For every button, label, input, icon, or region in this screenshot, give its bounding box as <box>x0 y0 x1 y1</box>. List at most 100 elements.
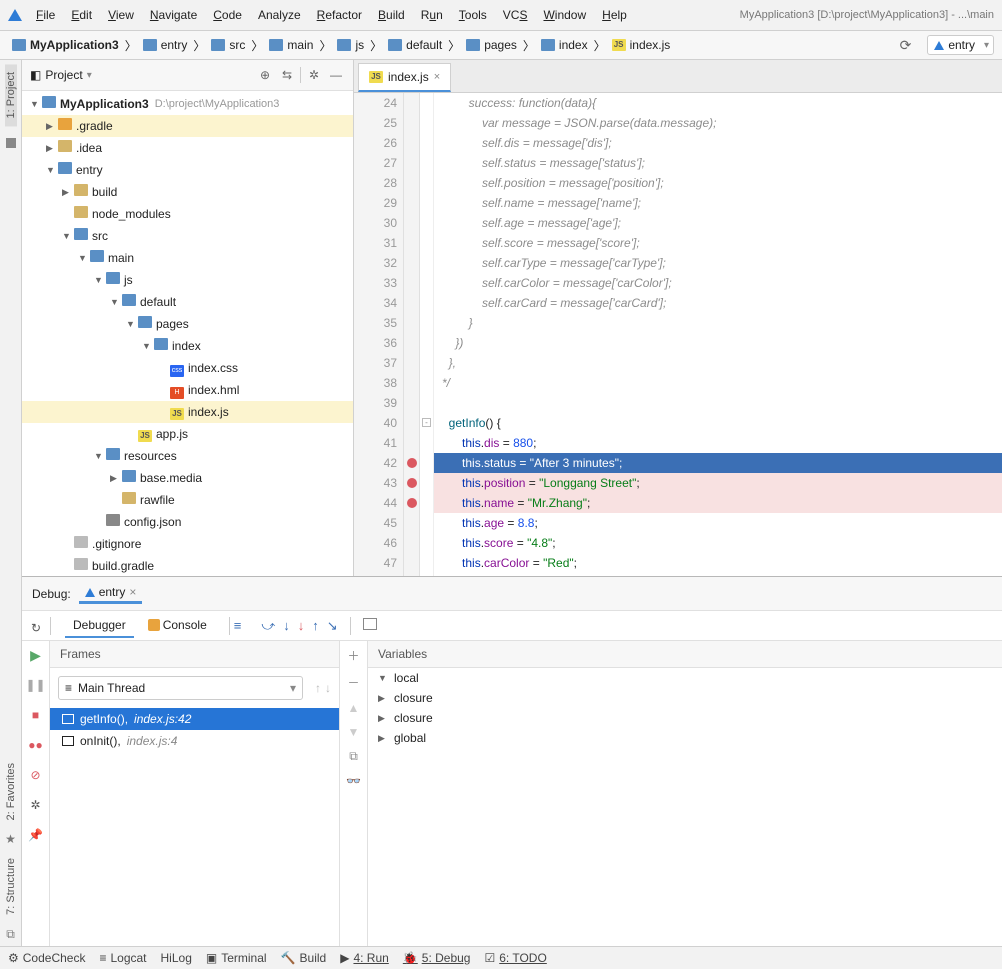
breadcrumb-item[interactable]: js <box>333 36 368 54</box>
code-line[interactable]: }, <box>434 353 1002 373</box>
fold-icon[interactable]: - <box>422 418 431 427</box>
breadcrumb-item[interactable]: MyApplication3 <box>8 36 123 54</box>
tree-row[interactable]: base.media <box>22 467 353 489</box>
side-tab-favorites[interactable]: 2: Favorites <box>5 755 17 828</box>
breadcrumb-item[interactable]: default <box>384 36 446 54</box>
line-number[interactable]: 29 <box>354 193 397 213</box>
code-line[interactable]: this.name = "Mr.Zhang"; <box>434 493 1002 513</box>
line-number[interactable]: 47 <box>354 553 397 573</box>
tree-arrow-icon[interactable] <box>126 315 138 333</box>
breakpoint-slot[interactable] <box>404 113 419 133</box>
tree-row[interactable]: .idea <box>22 137 353 159</box>
line-number[interactable]: 24 <box>354 93 397 113</box>
breakpoint-slot[interactable] <box>404 193 419 213</box>
breakpoint-slot[interactable] <box>404 553 419 573</box>
tree-row[interactable]: entry <box>22 159 353 181</box>
breakpoint-icon[interactable] <box>407 478 417 488</box>
code-line[interactable]: this.position = "Longgang Street"; <box>434 473 1002 493</box>
line-number[interactable]: 37 <box>354 353 397 373</box>
breakpoint-slot[interactable] <box>404 153 419 173</box>
menu-build[interactable]: Build <box>370 4 413 26</box>
variable-arrow-icon[interactable] <box>378 693 388 704</box>
status-hilog[interactable]: HiLog <box>161 951 192 965</box>
tree-row[interactable]: rawfile <box>22 489 353 511</box>
code-line[interactable]: self.score = message['score']; <box>434 233 1002 253</box>
mute-breakpoints-icon[interactable]: ⊘ <box>26 765 46 785</box>
code-line[interactable]: self.name = message['name']; <box>434 193 1002 213</box>
code-line[interactable]: this.score = "4.8"; <box>434 533 1002 553</box>
breakpoint-slot[interactable] <box>404 433 419 453</box>
step-out-icon[interactable]: ↑ <box>312 618 319 633</box>
sync-icon[interactable]: ⟳ <box>900 37 912 54</box>
editor-tab-index-js[interactable]: JS index.js × <box>358 63 451 92</box>
menu-view[interactable]: View <box>100 4 142 26</box>
frame-row[interactable]: getInfo(), index.js:42 <box>50 708 339 730</box>
line-number[interactable]: 46 <box>354 533 397 553</box>
line-number[interactable]: 36 <box>354 333 397 353</box>
status-build[interactable]: 🔨 Build <box>281 951 327 965</box>
line-number[interactable]: 39 <box>354 393 397 413</box>
project-view-dropdown-icon[interactable]: ▾ <box>87 70 92 81</box>
menu-file[interactable]: File <box>28 4 63 26</box>
tree-row[interactable]: config.json <box>22 511 353 533</box>
tree-arrow-icon[interactable] <box>78 249 90 267</box>
line-number[interactable]: 45 <box>354 513 397 533</box>
tree-row[interactable]: build.gradle <box>22 555 353 576</box>
tree-row[interactable]: index <box>22 335 353 357</box>
status-terminal[interactable]: ▣ Terminal <box>206 951 267 965</box>
code-line[interactable]: this.dis = 880; <box>434 433 1002 453</box>
status-logcat[interactable]: ≡ Logcat <box>99 951 146 965</box>
code-line[interactable]: }) <box>434 333 1002 353</box>
breadcrumb-item[interactable]: entry <box>139 36 192 54</box>
code-line[interactable]: } <box>434 313 1002 333</box>
breakpoint-slot[interactable] <box>404 513 419 533</box>
breakpoint-slot[interactable] <box>404 93 419 113</box>
breakpoint-slot[interactable] <box>404 533 419 553</box>
breakpoint-icon[interactable] <box>407 458 417 468</box>
menu-refactor[interactable]: Refactor <box>309 4 370 26</box>
editor-body[interactable]: 2425262728293031323334353637383940414243… <box>354 93 1002 576</box>
line-number[interactable]: 27 <box>354 153 397 173</box>
breadcrumb-item[interactable]: index <box>537 36 592 54</box>
line-number[interactable]: 40 <box>354 413 397 433</box>
breakpoint-slot[interactable] <box>404 453 419 473</box>
move-down-icon[interactable]: ▼ <box>348 725 360 739</box>
breadcrumb[interactable]: MyApplication3〉entry〉src〉main〉js〉default… <box>8 36 674 54</box>
menu-analyze[interactable]: Analyze <box>250 4 309 26</box>
remove-watch-icon[interactable]: － <box>347 674 359 691</box>
status-debug[interactable]: 🐞 5: Debug <box>403 951 471 965</box>
breakpoint-slot[interactable] <box>404 133 419 153</box>
next-frame-icon[interactable]: ↓ <box>325 681 339 695</box>
breakpoint-slot[interactable] <box>404 473 419 493</box>
view-breakpoints-icon[interactable]: ●● <box>26 735 46 755</box>
code-line[interactable]: self.carColor = message['carColor']; <box>434 273 1002 293</box>
run-to-cursor-icon[interactable]: ↘ <box>327 618 338 634</box>
variable-arrow-icon[interactable] <box>378 673 388 683</box>
tree-row[interactable]: cssindex.css <box>22 357 353 379</box>
force-step-into-icon[interactable]: ↓ <box>298 618 305 633</box>
menu-vcs[interactable]: VCS <box>495 4 536 26</box>
variable-arrow-icon[interactable] <box>378 733 388 744</box>
code-line[interactable]: this.carColor = "Red"; <box>434 553 1002 573</box>
line-number[interactable]: 25 <box>354 113 397 133</box>
line-number[interactable]: 35 <box>354 313 397 333</box>
expand-icon[interactable]: ⇆ <box>278 66 296 84</box>
show-execution-point-icon[interactable]: ≡ <box>234 618 242 633</box>
breakpoint-slot[interactable] <box>404 233 419 253</box>
step-into-icon[interactable]: ↓ <box>283 618 290 633</box>
locate-icon[interactable]: ⊕ <box>256 66 274 84</box>
side-tab-project[interactable]: 1: Project <box>5 64 17 126</box>
tree-row[interactable]: .gitignore <box>22 533 353 555</box>
prev-frame-icon[interactable]: ↑ <box>311 681 325 695</box>
tree-row[interactable]: build <box>22 181 353 203</box>
breakpoint-icon[interactable] <box>407 498 417 508</box>
breakpoint-slot[interactable] <box>404 273 419 293</box>
line-number[interactable]: 41 <box>354 433 397 453</box>
show-watches-icon[interactable]: 👓 <box>346 774 361 788</box>
step-over-icon[interactable]: ⤻ <box>261 618 275 634</box>
thread-selector[interactable]: ≡ Main Thread ▾ <box>58 676 303 700</box>
debug-config-tab[interactable]: entry × <box>79 583 143 604</box>
tree-row[interactable]: Hindex.hml <box>22 379 353 401</box>
code-line[interactable]: self.carType = message['carType']; <box>434 253 1002 273</box>
tree-row[interactable]: .gradle <box>22 115 353 137</box>
